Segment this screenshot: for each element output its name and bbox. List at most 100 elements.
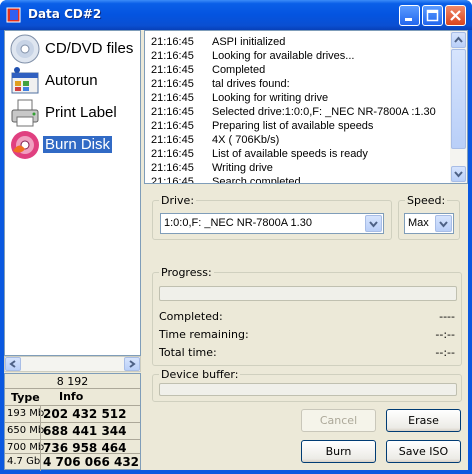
column-divider bbox=[40, 406, 41, 423]
row-type: 650 Mb bbox=[7, 425, 45, 436]
completed-value: ---- bbox=[439, 310, 455, 323]
autorun-icon bbox=[11, 67, 39, 94]
row-type: 700 Mb bbox=[7, 442, 45, 453]
total-time-label: Total time: bbox=[159, 346, 217, 359]
row-type: 193 Mb bbox=[7, 408, 45, 419]
table-row[interactable]: 4.7 Gb 4 706 066 432 bbox=[5, 453, 140, 471]
column-divider bbox=[40, 454, 41, 471]
title-bar[interactable]: Data CD#2 bbox=[0, 0, 472, 30]
disk-size-table: 8 192 Type Info 193 Mb 202 432 512 650 M… bbox=[4, 373, 141, 471]
scroll-up-button[interactable] bbox=[451, 32, 466, 48]
chevron-right-icon bbox=[129, 360, 136, 368]
client-area: CD/DVD files Autorun Print Label Burn Di… bbox=[4, 30, 468, 471]
scroll-down-button[interactable] bbox=[451, 166, 466, 182]
log-message: Preparing list of available speeds bbox=[212, 120, 374, 132]
speed-group: Speed: Max bbox=[398, 194, 460, 240]
row-info: 202 432 512 bbox=[43, 407, 127, 421]
burn-disk-icon bbox=[11, 131, 39, 159]
scroll-right-button[interactable] bbox=[124, 357, 140, 371]
drive-select-value: 1:0:0,F: _NEC NR-7800A 1.30 bbox=[164, 217, 312, 229]
completed-label: Completed: bbox=[159, 310, 223, 323]
scroll-thumb[interactable] bbox=[451, 49, 466, 149]
log-message: Writing drive bbox=[212, 162, 273, 174]
log-time: 21:16:45 bbox=[151, 134, 194, 146]
nav-item-label: Burn Disk bbox=[43, 136, 113, 153]
chevron-left-icon bbox=[9, 360, 16, 368]
log-vertical-scrollbar[interactable] bbox=[450, 31, 467, 183]
drive-dropdown-button[interactable] bbox=[365, 215, 382, 232]
drive-select[interactable]: 1:0:0,F: _NEC NR-7800A 1.30 bbox=[160, 213, 384, 234]
log-time: 21:16:45 bbox=[151, 64, 194, 76]
speed-select-value: Max bbox=[408, 217, 429, 229]
log-message: Completed bbox=[212, 64, 266, 76]
log-time: 21:16:45 bbox=[151, 162, 194, 174]
log-time: 21:16:45 bbox=[151, 106, 194, 118]
save-iso-button[interactable]: Save ISO bbox=[386, 440, 461, 463]
drive-label: Drive: bbox=[159, 194, 197, 207]
nav-item-label: Autorun bbox=[45, 72, 98, 89]
table-row[interactable]: 650 Mb 688 441 344 bbox=[5, 422, 140, 440]
info-header: Info bbox=[59, 390, 84, 403]
log-time: 21:16:45 bbox=[151, 148, 194, 160]
scroll-left-button[interactable] bbox=[5, 357, 21, 371]
app-window: Data CD#2 CD/DVD files Autorun Print Lab… bbox=[0, 0, 472, 474]
log-message: Looking for writing drive bbox=[212, 92, 329, 104]
time-remaining-value: --:-- bbox=[435, 328, 455, 341]
type-header: Type bbox=[11, 391, 40, 404]
log-time: 21:16:45 bbox=[151, 176, 194, 184]
row-info: 4 706 066 432 bbox=[43, 455, 140, 469]
close-icon bbox=[450, 10, 461, 21]
log-message: 4X ( 706Kb/s) bbox=[212, 134, 280, 146]
drive-group: Drive: 1:0:0,F: _NEC NR-7800A 1.30 bbox=[152, 194, 392, 240]
column-divider bbox=[40, 423, 41, 440]
nav-item-label: Print Label bbox=[45, 104, 117, 121]
device-buffer-bar bbox=[159, 383, 457, 396]
total-time-value: --:-- bbox=[435, 346, 455, 359]
log-message: List of available speeds is ready bbox=[212, 148, 368, 160]
device-buffer-label: Device buffer: bbox=[159, 368, 241, 381]
maximize-button[interactable] bbox=[422, 5, 443, 26]
log-time: 21:16:45 bbox=[151, 36, 194, 48]
log-message: Looking for available drives... bbox=[212, 50, 355, 62]
log-message: ASPI initialized bbox=[212, 36, 286, 48]
time-remaining-label: Time remaining: bbox=[159, 328, 249, 341]
progress-group: Progress: Completed: ---- Time remaining… bbox=[152, 266, 462, 366]
nav-item-autorun[interactable]: Autorun bbox=[7, 65, 140, 97]
log-time: 21:16:45 bbox=[151, 120, 194, 132]
nav-horizontal-scrollbar[interactable] bbox=[4, 356, 141, 372]
cancel-button[interactable]: Cancel bbox=[301, 409, 376, 432]
progress-label: Progress: bbox=[159, 266, 214, 279]
speed-dropdown-button[interactable] bbox=[435, 215, 452, 232]
nav-item-label: CD/DVD files bbox=[45, 40, 134, 57]
erase-button[interactable]: Erase bbox=[386, 409, 461, 432]
device-buffer-group: Device buffer: bbox=[152, 368, 462, 402]
table-header: Type Info bbox=[5, 388, 140, 405]
minimize-icon bbox=[405, 18, 412, 21]
nav-item-print-label[interactable]: Print Label bbox=[7, 97, 140, 129]
maximize-icon bbox=[426, 9, 439, 22]
log-message: tal drives found: bbox=[212, 78, 290, 90]
nav-item-burn-disk[interactable]: Burn Disk bbox=[7, 129, 140, 161]
cd-icon bbox=[10, 34, 40, 64]
speed-select[interactable]: Max bbox=[404, 213, 454, 234]
speed-label: Speed: bbox=[405, 194, 448, 207]
close-button[interactable] bbox=[445, 5, 466, 26]
chevron-down-icon bbox=[439, 221, 448, 228]
log-message: Search completed bbox=[212, 176, 301, 184]
chevron-down-icon bbox=[454, 171, 463, 178]
log-list[interactable]: 21:16:45 ASPI initialized 21:16:45 Looking… bbox=[144, 30, 468, 184]
nav-list[interactable]: CD/DVD files Autorun Print Label Burn Di… bbox=[4, 30, 141, 356]
log-message: Selected drive:1:0:0,F: _NEC NR-7800A :1… bbox=[212, 106, 436, 118]
size-total: 8 192 bbox=[56, 375, 89, 388]
chevron-down-icon bbox=[369, 221, 378, 228]
row-type: 4.7 Gb bbox=[7, 456, 41, 467]
app-icon bbox=[6, 7, 21, 23]
log-time: 21:16:45 bbox=[151, 78, 194, 90]
table-row[interactable]: 193 Mb 202 432 512 bbox=[5, 405, 140, 423]
minimize-button[interactable] bbox=[399, 5, 420, 26]
log-time: 21:16:45 bbox=[151, 50, 194, 62]
printer-icon bbox=[11, 99, 39, 127]
burn-button[interactable]: Burn bbox=[301, 440, 376, 463]
chevron-up-icon bbox=[454, 36, 463, 43]
nav-item-cd-dvd-files[interactable]: CD/DVD files bbox=[7, 33, 140, 65]
